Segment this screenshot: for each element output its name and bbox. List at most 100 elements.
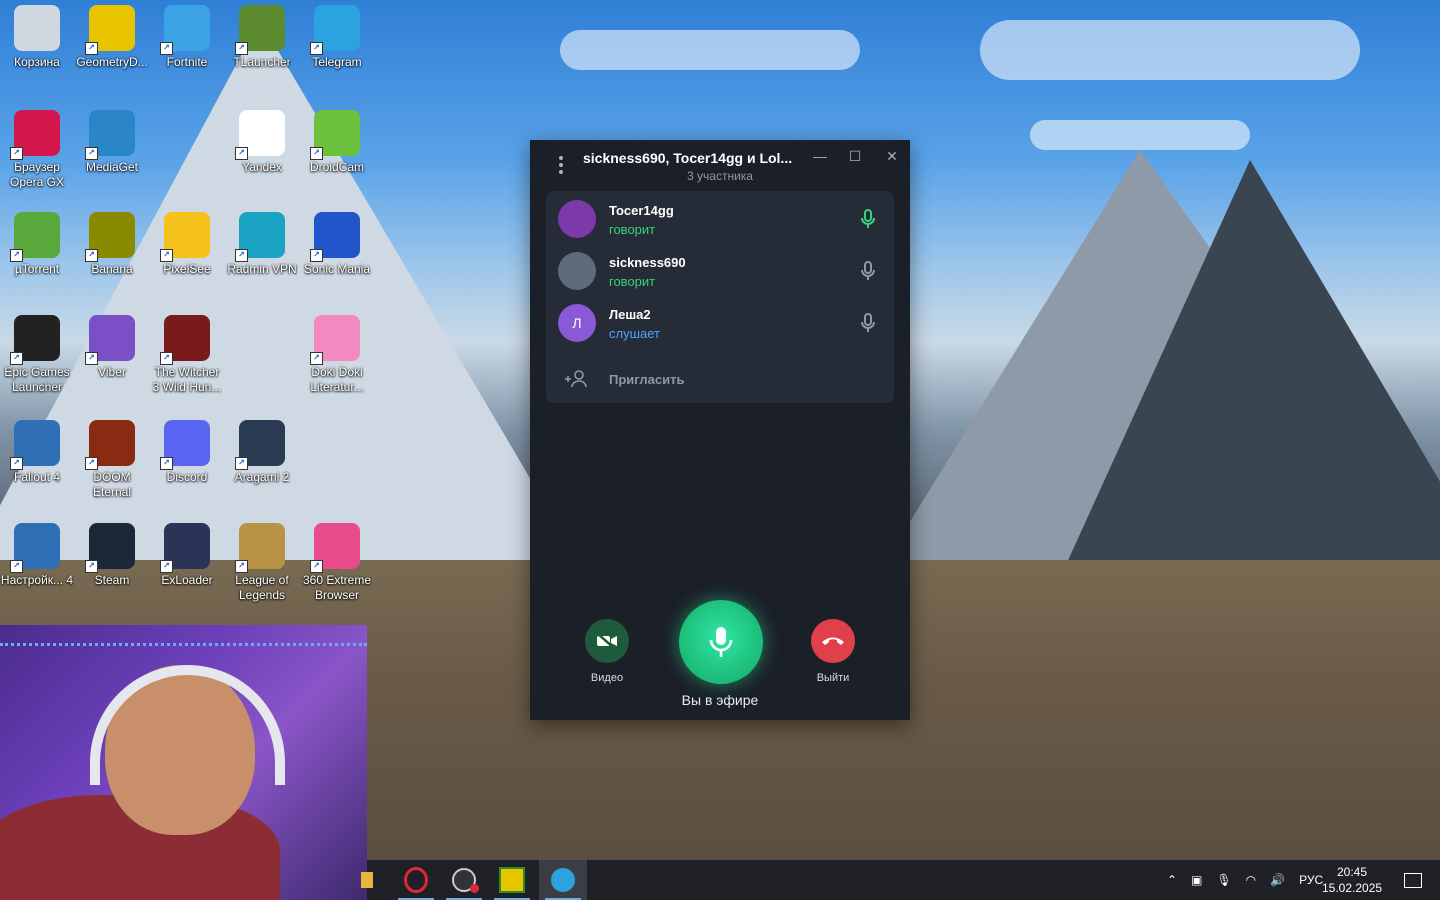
shortcut-arrow-icon: ↗ (310, 249, 323, 262)
desktop-shortcut[interactable]: ↗ 360 Extreme Browser (300, 523, 374, 603)
video-off-icon (597, 633, 617, 649)
shortcut-label: MediaGet (85, 160, 139, 174)
desktop-shortcut[interactable]: ↗ Epic Games Launcher (0, 315, 74, 395)
desktop-shortcut[interactable]: ↗ League of Legends (225, 523, 299, 603)
invite-label: Пригласить (609, 372, 685, 387)
shortcut-arrow-icon: ↗ (160, 352, 173, 365)
mic-icon (861, 261, 875, 280)
minimize-button[interactable]: — (808, 146, 832, 166)
fallout-icon: ↗ (10, 420, 60, 470)
participant-row[interactable]: sickness690 говорит (546, 245, 894, 297)
desktop-shortcut[interactable]: ↗ Fallout 4 (0, 420, 74, 485)
opera-gx-icon[interactable] (392, 860, 440, 900)
language-indicator[interactable]: РУС (1299, 873, 1323, 887)
menu-icon[interactable] (554, 156, 568, 174)
fortnite-icon: ↗ (160, 5, 210, 55)
shortcut-arrow-icon: ↗ (85, 42, 98, 55)
opera-gx-icon: ↗ (10, 110, 60, 160)
yandex-icon: ↗ (235, 110, 285, 160)
chevron-up-icon[interactable]: ⌃ (1167, 873, 1177, 887)
shortcut-label: 360 Extreme Browser (302, 573, 372, 602)
participant-row[interactable]: Tocer14gg говорит (546, 193, 894, 245)
telegram-icon[interactable] (539, 860, 587, 900)
call-title: sickness690, Tocer14gg и Lol... (583, 150, 793, 166)
folder-icon[interactable] (357, 860, 377, 900)
obs-icon[interactable] (440, 860, 488, 900)
desktop-shortcut[interactable]: ↗ µTorrent (0, 212, 74, 277)
avatar: Л (558, 304, 596, 342)
shortcut-label: Yandex (242, 160, 282, 174)
network-icon[interactable]: ◠ (1246, 873, 1256, 887)
volume-icon[interactable]: 🔊 (1270, 873, 1285, 887)
desktop-shortcut[interactable]: ↗ Viber (75, 315, 149, 380)
microphone-icon[interactable]: 🎙 (1216, 873, 1231, 887)
shortcut-arrow-icon: ↗ (310, 352, 323, 365)
participant-name: Леша2 (609, 307, 651, 322)
system-tray: ⌃ ▣ 🎙 ◠ 🔊 РУС (1167, 860, 1323, 900)
geometry-dash-icon[interactable] (488, 860, 536, 900)
shortcut-label: League of Legends (235, 573, 289, 602)
witcher-icon: ↗ (160, 315, 210, 365)
camera-icon[interactable]: ▣ (1191, 873, 1202, 887)
desktop-shortcut[interactable]: ↗ Браузер Opera GX (0, 110, 74, 190)
participant-status: говорит (609, 274, 656, 289)
mountain-slope (1050, 160, 1440, 600)
desktop-shortcut[interactable]: ↗ Steam (75, 523, 149, 588)
desktop-shortcut[interactable]: ↗ Radmin VPN (225, 212, 299, 277)
droidcam-icon: ↗ (310, 110, 360, 160)
geometry-dash-icon: ↗ (85, 5, 135, 55)
desktop-shortcut[interactable]: ↗ MediaGet (75, 110, 149, 175)
steam-icon: ↗ (85, 523, 135, 573)
doki-doki-icon: ↗ (310, 315, 360, 365)
invite-button[interactable]: Пригласить (546, 359, 894, 399)
participant-row[interactable]: Л Леша2 слушает (546, 297, 894, 349)
shortcut-label: Корзина (14, 55, 60, 69)
desktop-shortcut[interactable]: Корзина (0, 5, 74, 70)
shortcut-label: GeometryD... (76, 55, 148, 69)
notifications-icon[interactable] (1404, 860, 1422, 900)
shortcut-arrow-icon: ↗ (310, 560, 323, 573)
close-button[interactable]: ✕ (880, 146, 904, 166)
mic-toggle-button[interactable] (679, 600, 763, 684)
shortcut-arrow-icon: ↗ (235, 147, 248, 160)
desktop-shortcut[interactable]: ↗ Yandex (225, 110, 299, 175)
shortcut-label: Aragami 2 (234, 470, 290, 484)
desktop-shortcut[interactable]: ↗ DroidCam (300, 110, 374, 175)
telegram-icon: ↗ (310, 5, 360, 55)
desktop-shortcut[interactable]: ↗ GeometryD... (75, 5, 149, 70)
voice-chat-window: sickness690, Tocer14gg и Lol... 3 участн… (530, 140, 910, 720)
shortcut-arrow-icon: ↗ (85, 352, 98, 365)
desktop-shortcut[interactable]: ↗ ExLoader (150, 523, 224, 588)
shortcut-label: Telegram (312, 55, 362, 69)
fallout-settings-icon: ↗ (10, 523, 60, 573)
clock[interactable]: 20:45 15.02.2025 (1322, 864, 1382, 896)
shortcut-arrow-icon: ↗ (235, 249, 248, 262)
desktop-shortcut[interactable]: ↗ PixelSee (150, 212, 224, 277)
participant-name: sickness690 (609, 255, 686, 270)
video-button[interactable] (585, 619, 629, 663)
shortcut-arrow-icon: ↗ (235, 560, 248, 573)
desktop-shortcut[interactable]: ↗ Sonic Mania (300, 212, 374, 277)
desktop-shortcut[interactable]: ↗ The Witcher 3 Wild Hun... (150, 315, 224, 395)
maximize-button[interactable]: ☐ (843, 146, 867, 166)
desktop-shortcut[interactable]: ↗ Banana (75, 212, 149, 277)
participant-status: слушает (609, 326, 660, 341)
exloader-icon: ↗ (160, 523, 210, 573)
desktop-shortcut[interactable]: ↗ Fortnite (150, 5, 224, 70)
shortcut-label: TLauncher (233, 55, 291, 69)
shortcut-arrow-icon: ↗ (10, 147, 23, 160)
shortcut-arrow-icon: ↗ (310, 42, 323, 55)
desktop-shortcut[interactable]: ↗ Doki Doki Literatur... (300, 315, 374, 395)
desktop-shortcut[interactable]: ↗ DOOM Eternal (75, 420, 149, 500)
viber-icon: ↗ (85, 315, 135, 365)
desktop-shortcut[interactable]: ↗ Discord (150, 420, 224, 485)
shortcut-label: Discord (166, 470, 208, 484)
desktop-shortcut[interactable]: ↗ Aragami 2 (225, 420, 299, 485)
desktop-shortcut[interactable]: ↗ Настройк... 4 (0, 523, 74, 588)
shortcut-arrow-icon: ↗ (235, 457, 248, 470)
desktop-shortcut[interactable]: ↗ Telegram (300, 5, 374, 70)
desktop-shortcut[interactable]: ↗ TLauncher (225, 5, 299, 70)
hang-up-icon (822, 637, 844, 645)
leave-button[interactable] (811, 619, 855, 663)
league-icon: ↗ (235, 523, 285, 573)
